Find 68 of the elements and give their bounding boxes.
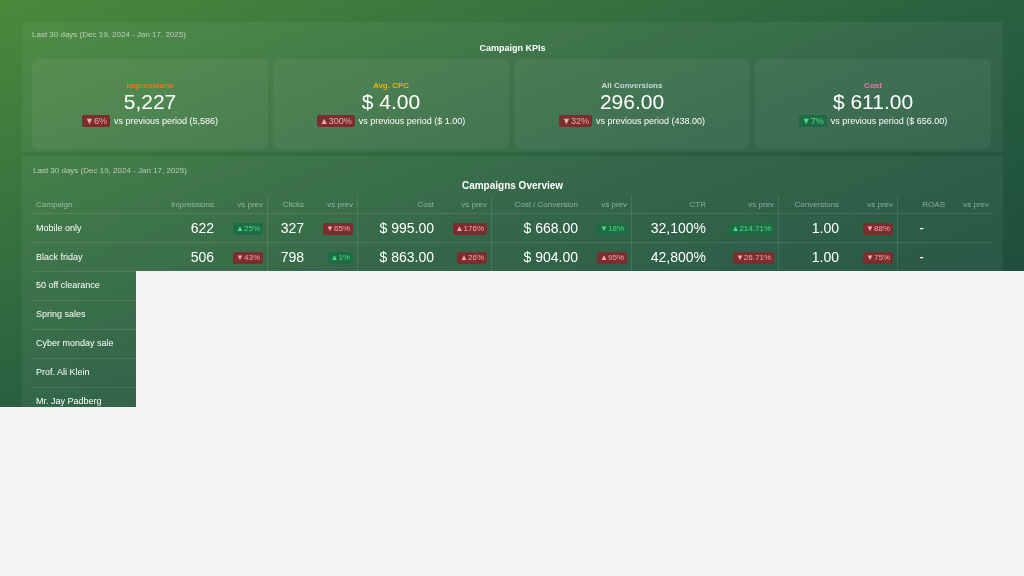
table-cell-text: 42,800% [650, 248, 706, 267]
kpi-label: Cost [864, 81, 882, 90]
campaign-name: 50 off clearance [35, 279, 101, 293]
change-badge: ▲176% [452, 222, 487, 235]
table-cell-text: 32,100% [650, 219, 706, 238]
kpi-value: $ 4.00 [361, 90, 421, 114]
column-header: Campaign [35, 198, 74, 211]
change-badge: ▼26.71% [732, 251, 774, 264]
change-badge: ▲300% [316, 115, 355, 127]
change-badge: ▼75% [863, 251, 893, 264]
change-badge: ▲214.71% [728, 222, 774, 235]
panel-title: Campaigns Overview [460, 180, 565, 192]
kpi-label: All Conversions [601, 81, 663, 90]
table-cell-text: $ 995.00 [379, 219, 434, 238]
column-header: Clicks [267, 196, 308, 213]
change-badge: ▲26% [457, 251, 487, 264]
comparison-text: vs previous period (438.00) [595, 115, 705, 127]
table-cell-text: $ 668.00 [523, 219, 578, 238]
comparison-text: vs previous period ($ 656.00) [830, 115, 948, 127]
campaign-name: Spring sales [35, 308, 87, 322]
panel-title: Campaign KPIs [478, 42, 547, 54]
change-badge: ▲1% [327, 251, 353, 264]
table-cell-text: 1.00 [811, 219, 839, 238]
column-header: Impressions [169, 198, 215, 211]
comparison-text: vs previous period ($ 1.00) [358, 115, 466, 127]
column-header: vs prev [236, 198, 264, 211]
column-header: vs prev [866, 198, 894, 211]
kpi-value: $ 611.00 [832, 90, 914, 114]
table-cell-text: 506 [190, 248, 214, 267]
column-header: Conversions [778, 196, 843, 213]
campaign-name: Mr. Jay Padberg [35, 395, 103, 407]
column-header: vs prev [460, 198, 488, 211]
column-header: vs prev [600, 198, 628, 211]
table-cell-text: 622 [190, 219, 214, 238]
campaign-name: Mobile only [35, 221, 83, 235]
change-badge: ▼43% [233, 251, 263, 264]
comparison-text: vs previous period (5,586) [113, 115, 218, 127]
change-badge: ▼7% [798, 115, 827, 127]
campaign-name: Cyber monday sale [35, 337, 115, 351]
table-cell-text: 1.00 [811, 248, 839, 267]
change-badge: ▲25% [233, 222, 263, 235]
column-header: vs prev [326, 198, 354, 211]
table-cell-text: $ 863.00 [379, 248, 434, 267]
change-badge: ▲95% [597, 251, 627, 264]
kpi-value: 5,227 [123, 90, 177, 114]
column-header: Cost [357, 196, 438, 213]
table-cell-text: - [919, 248, 924, 267]
kpi-label: Impressions [126, 81, 174, 90]
table-cell-text: 798 [280, 248, 304, 267]
date-range: Last 30 days (Dec 19, 2024 - Jan 17, 2025) [32, 30, 186, 40]
change-badge: ▼18% [597, 222, 627, 235]
kpi-label: Avg. CPC [372, 81, 410, 90]
column-header: Cost / Conversion [491, 196, 582, 213]
column-header: CTR [631, 196, 710, 213]
date-range: Last 30 days (Dec 19, 2024 - Jan 17, 2025) [32, 166, 187, 176]
campaign-name: Black friday [35, 250, 84, 264]
change-badge: ▼65% [323, 222, 353, 235]
table-cell-text: 327 [280, 219, 304, 238]
kpi-value: 296.00 [599, 90, 665, 114]
column-header: vs prev [747, 198, 775, 211]
table-cell-text: - [919, 219, 924, 238]
table-cell-text: $ 904.00 [523, 248, 578, 267]
change-badge: ▼6% [82, 115, 110, 127]
column-header: vs prev [962, 198, 990, 211]
change-badge: ▼32% [559, 115, 592, 127]
campaign-name: Prof. Ali Klein [35, 366, 91, 380]
change-badge: ▼88% [863, 222, 893, 235]
column-header: ROAS [897, 196, 945, 213]
